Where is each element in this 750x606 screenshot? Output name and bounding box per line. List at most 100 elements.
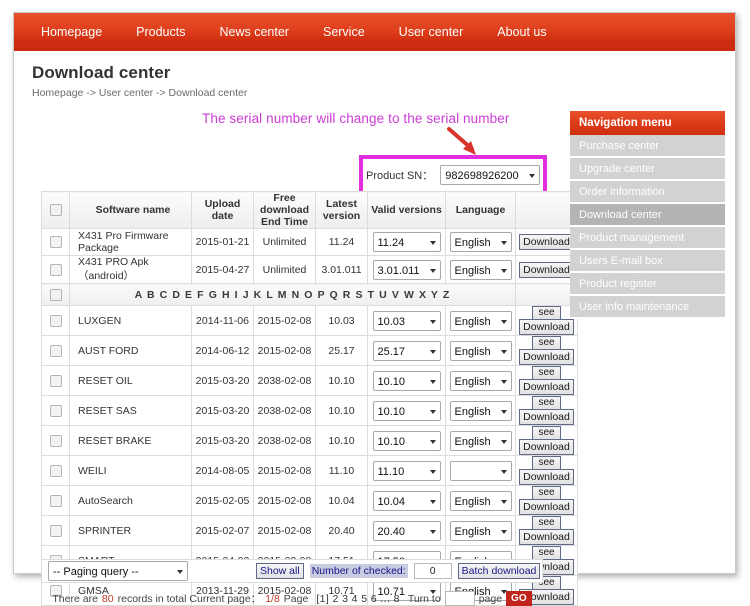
- language-select-wrapper: English: [449, 400, 512, 421]
- cell-valid-versions: 10.10: [367, 425, 446, 456]
- pagination-go-button[interactable]: GO: [506, 591, 532, 606]
- cell-valid-versions: 10.04: [367, 485, 446, 516]
- see-button[interactable]: see: [532, 396, 561, 410]
- pagination-page-numbers[interactable]: [1] 2 3 4 5 6 ... 8: [316, 593, 399, 605]
- sidebar-item-order-information[interactable]: Order information: [570, 181, 725, 204]
- alphabet-letters[interactable]: A B C D E F G H I J K L M N O P Q R S T …: [69, 283, 516, 306]
- language-select[interactable]: English: [449, 430, 512, 451]
- see-button[interactable]: see: [532, 336, 561, 350]
- see-button[interactable]: see: [532, 456, 561, 470]
- row-checkbox[interactable]: [49, 404, 62, 417]
- language-select[interactable]: English: [449, 310, 512, 331]
- cell-valid-versions: 10.10: [367, 395, 446, 426]
- paging-query-select[interactable]: -- Paging query --: [48, 561, 188, 581]
- valid-version-select[interactable]: 10.10: [372, 400, 441, 421]
- valid-version-select[interactable]: 10.10: [372, 430, 441, 451]
- pagination-turn-to-input[interactable]: [444, 591, 475, 606]
- valid-version-select[interactable]: 3.01.011: [372, 259, 441, 280]
- page-container: Homepage Products News center Service User c…: [13, 12, 736, 606]
- download-button[interactable]: Download: [519, 529, 574, 545]
- language-select[interactable]: English: [449, 370, 512, 391]
- see-button[interactable]: see: [532, 546, 561, 560]
- language-select[interactable]: [449, 460, 512, 481]
- row-checkbox[interactable]: [49, 236, 62, 249]
- nav-item-service[interactable]: Service: [306, 13, 382, 51]
- row-checkbox[interactable]: [49, 374, 62, 387]
- valid-version-select[interactable]: 10.03: [372, 310, 441, 331]
- sidebar-item-purchase-center[interactable]: Purchase center: [570, 135, 725, 158]
- download-button[interactable]: Download: [519, 379, 574, 395]
- cell-upload-date: 2014-11-06: [191, 305, 254, 336]
- sidebar-item-user-info-maintenance[interactable]: User info maintenance: [570, 296, 725, 319]
- download-actions: Download: [516, 261, 577, 278]
- cell-language: English: [445, 228, 516, 256]
- nav-item-about-us[interactable]: About us: [480, 13, 563, 51]
- row-checkbox[interactable]: [49, 494, 62, 507]
- alphabet-row-checkbox[interactable]: [49, 288, 62, 301]
- download-button[interactable]: Download: [519, 261, 574, 278]
- sidebar-item-product-register[interactable]: Product register: [570, 273, 725, 296]
- cell-upload-date: 2015-01-21: [191, 228, 254, 256]
- row-checkbox[interactable]: [49, 344, 62, 357]
- download-button[interactable]: Download: [519, 319, 574, 335]
- cell-valid-versions: 25.17: [367, 335, 446, 366]
- download-button[interactable]: Download: [519, 409, 574, 425]
- sidebar-item-download-center[interactable]: Download center: [570, 204, 725, 227]
- number-of-checked-input[interactable]: [413, 563, 452, 579]
- download-button[interactable]: Download: [519, 234, 574, 250]
- show-all-button[interactable]: Show all: [256, 563, 304, 579]
- product-sn-select[interactable]: 982698926200: [440, 165, 541, 185]
- language-select-wrapper: English: [449, 430, 512, 451]
- valid-version-select[interactable]: 25.17: [372, 340, 441, 361]
- valid-version-select[interactable]: 10.04: [372, 490, 441, 511]
- valid-version-select[interactable]: 11.24: [372, 232, 441, 252]
- see-button[interactable]: see: [532, 426, 561, 440]
- alphabet-row: A B C D E F G H I J K L M N O P Q R S T …: [41, 283, 578, 306]
- cell-download: see Download: [515, 305, 578, 336]
- language-select[interactable]: English: [449, 490, 512, 511]
- cell-latest-version: 25.17: [315, 335, 368, 366]
- cell-valid-versions: 20.40: [367, 515, 446, 546]
- nav-item-products[interactable]: Products: [119, 13, 202, 51]
- cell-upload-date: 2014-06-12: [191, 335, 254, 366]
- download-button[interactable]: Download: [519, 499, 574, 515]
- annotation-arrow-icon: [447, 127, 476, 155]
- batch-download-button[interactable]: Batch download: [457, 563, 541, 579]
- download-actions: see Download: [516, 456, 577, 485]
- row-checkbox[interactable]: [49, 524, 62, 537]
- valid-version-select[interactable]: 10.10: [372, 370, 441, 391]
- download-button[interactable]: Download: [519, 349, 574, 365]
- language-select[interactable]: English: [449, 400, 512, 421]
- sidebar-item-product-management[interactable]: Product management: [570, 227, 725, 250]
- row-checkbox[interactable]: [49, 263, 62, 276]
- cell-valid-versions: 11.10: [367, 455, 446, 486]
- cell-latest-version: 11.10: [315, 455, 368, 486]
- language-select[interactable]: English: [449, 340, 512, 361]
- sidebar-item-users-e-mail-box[interactable]: Users E-mail box: [570, 250, 725, 273]
- download-button[interactable]: Download: [519, 469, 574, 485]
- select-all-checkbox[interactable]: [49, 204, 62, 217]
- nav-item-news-center[interactable]: News center: [203, 13, 306, 51]
- row-checkbox[interactable]: [49, 314, 62, 327]
- valid-version-select[interactable]: 11.10: [372, 460, 441, 481]
- language-select[interactable]: English: [449, 520, 512, 541]
- see-button[interactable]: see: [532, 486, 561, 500]
- row-checkbox[interactable]: [49, 434, 62, 447]
- table-row: AutoSearch 2015-02-05 2015-02-08 10.04 10.04…: [41, 485, 578, 516]
- see-button[interactable]: see: [532, 306, 561, 320]
- row-checkbox[interactable]: [49, 464, 62, 477]
- sidebar-item-upgrade-center[interactable]: Upgrade center: [570, 158, 725, 181]
- language-select[interactable]: English: [449, 259, 512, 280]
- see-button[interactable]: see: [532, 516, 561, 530]
- valid-version-select[interactable]: 20.40: [372, 520, 441, 541]
- see-button[interactable]: see: [532, 366, 561, 380]
- navigation-menu-title: Navigation menu: [570, 111, 725, 135]
- download-button[interactable]: Download: [519, 439, 574, 455]
- language-select[interactable]: English: [449, 232, 512, 252]
- cell-latest-version: 10.04: [315, 485, 368, 516]
- cell-upload-date: 2015-03-20: [191, 425, 254, 456]
- cell-software-name: RESET BRAKE: [69, 425, 192, 456]
- pagination-current-page: 1/8: [265, 592, 280, 605]
- nav-item-homepage[interactable]: Homepage: [28, 13, 119, 51]
- nav-item-user-center[interactable]: User center: [382, 13, 481, 51]
